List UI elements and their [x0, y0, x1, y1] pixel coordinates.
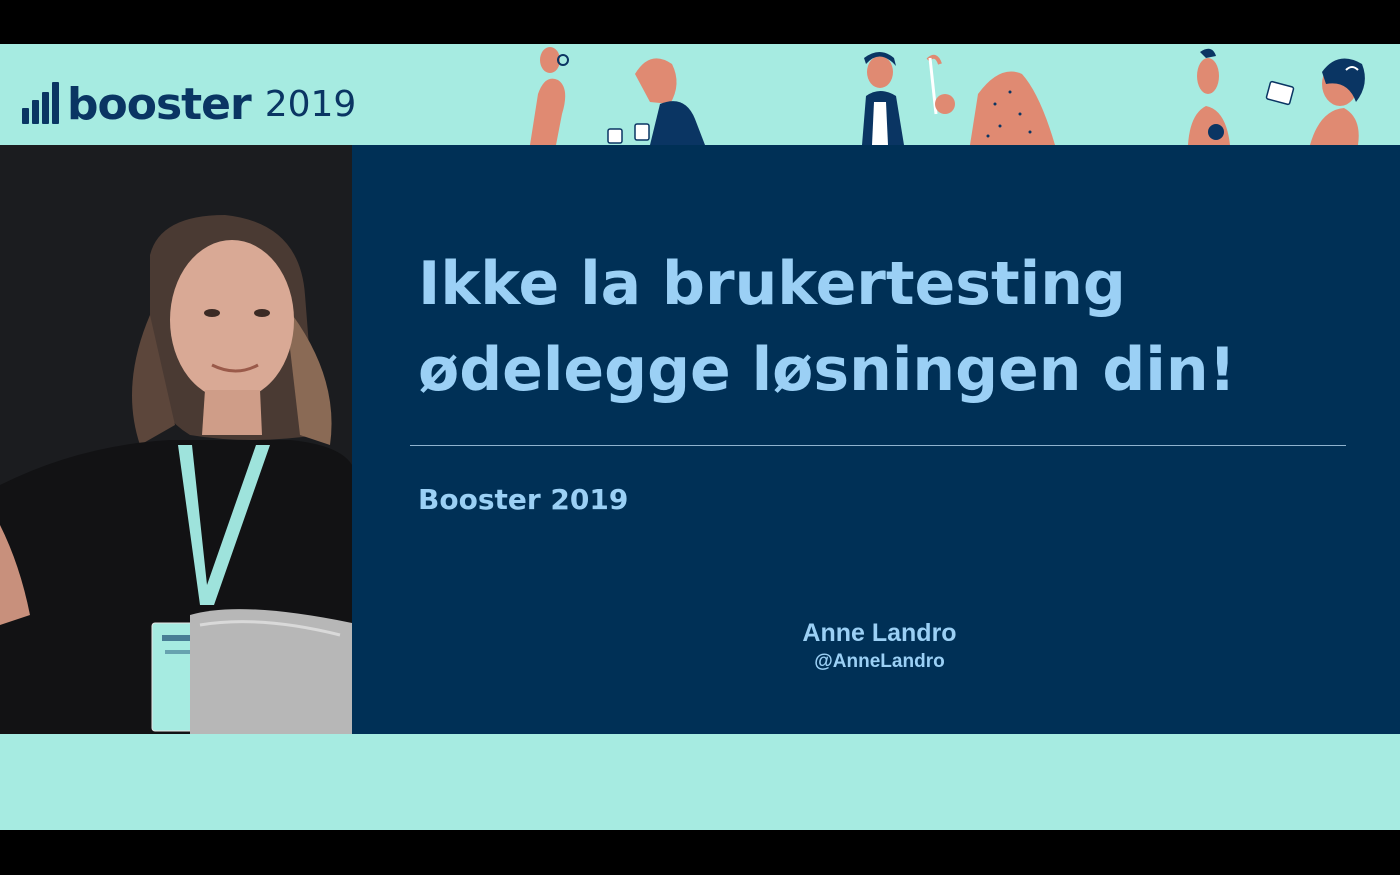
speaker-handle: @AnneLandro [814, 651, 945, 672]
speaker-name: Anne Landro [802, 619, 957, 647]
booster-logo: booster 2019 [22, 74, 356, 130]
slide-title: Ikke la brukertesting ødelegge løsningen… [418, 241, 1378, 413]
header-band: booster 2019 [0, 44, 1400, 145]
people-illustration-icon [530, 47, 1365, 145]
slide-title-line-2: ødelegge løsningen din! [418, 335, 1236, 405]
logo-word: booster [67, 79, 252, 130]
slide-title-line-1: Ikke la brukertesting [418, 249, 1126, 319]
speaker-portrait-icon [0, 145, 352, 734]
slide-subtitle: Booster 2019 [418, 483, 629, 516]
footer-band [0, 734, 1400, 830]
slide: Ikke la brukertesting ødelegge løsningen… [352, 145, 1400, 734]
letterbox-top [0, 0, 1400, 44]
main-band: Ikke la brukertesting ødelegge løsningen… [0, 145, 1400, 734]
letterbox-bottom [0, 830, 1400, 875]
slide-divider [410, 445, 1346, 446]
logo-year: 2019 [264, 84, 357, 125]
video-frame: booster 2019 Ikke la brukertesting ødele… [0, 0, 1400, 875]
logo-bars-icon [22, 82, 59, 124]
speaker-video [0, 145, 352, 734]
